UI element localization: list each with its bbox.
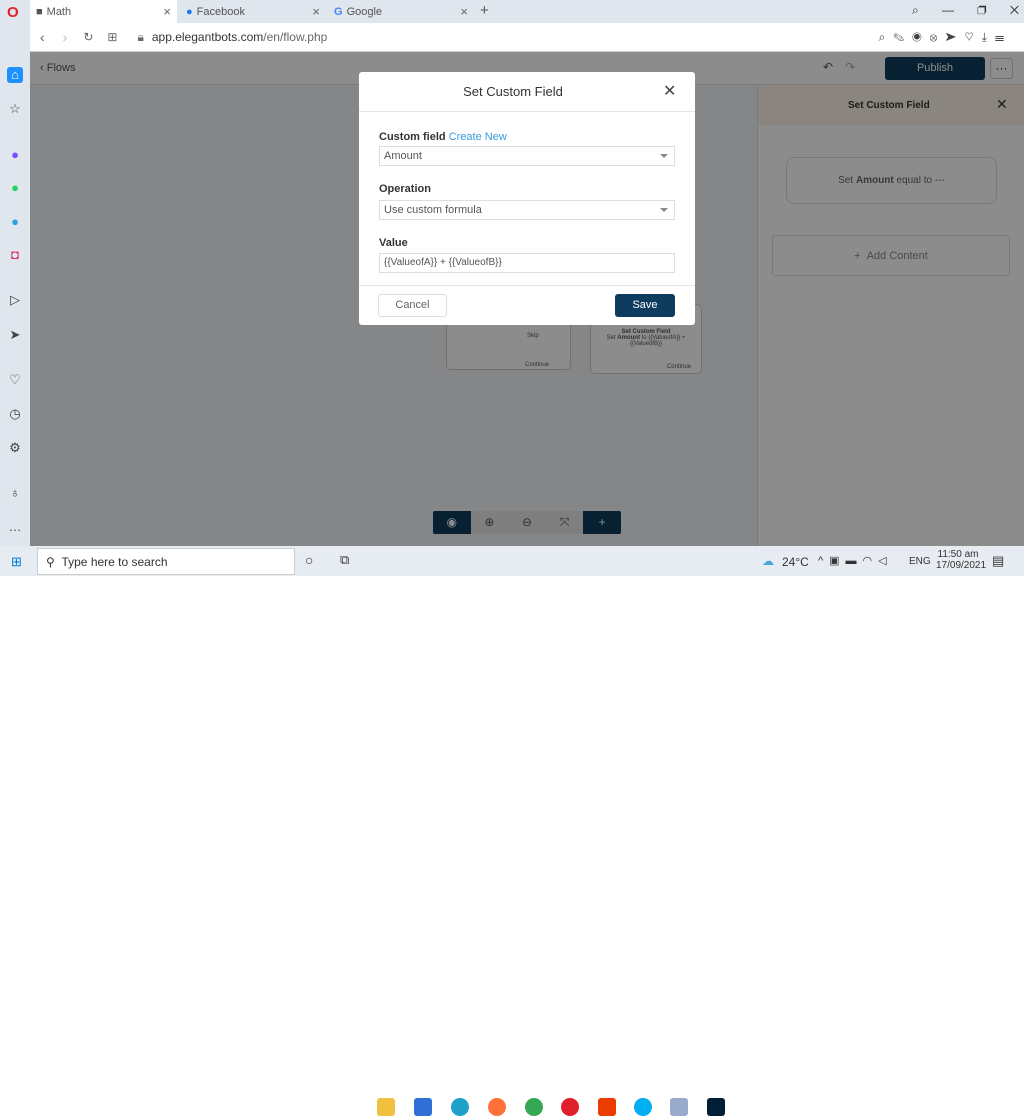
operation-select[interactable]: Use custom formula <box>379 200 675 220</box>
taskbar-search[interactable]: ⚲ Type here to search <box>37 548 295 575</box>
divider <box>359 111 695 112</box>
modal-title: Set Custom Field <box>463 84 563 99</box>
url[interactable]: app.elegantbots.com/en/flow.php <box>152 30 327 44</box>
back-icon[interactable]: ‹ <box>40 29 45 45</box>
create-new-link[interactable]: Create New <box>449 131 507 143</box>
toolbar-icons[interactable]: ⌕✎◉⊗➤♡⤓☰ <box>878 30 1012 45</box>
tips-icon[interactable]: ♁ <box>7 485 23 501</box>
value-label: Value <box>379 237 408 249</box>
window-controls[interactable]: ⌕ — ❐ ✕ <box>912 3 1019 18</box>
more-icon[interactable]: … <box>7 519 23 535</box>
close-tab-icon[interactable]: × <box>460 4 468 19</box>
bookmarks-icon[interactable]: ☆ <box>7 101 23 117</box>
operation-label: Operation <box>379 183 431 195</box>
save-button[interactable]: Save <box>615 294 675 317</box>
custom-field-select[interactable]: Amount <box>379 146 675 166</box>
opera-sidebar: ⌂ ☆ ● ● ● ◘ ▷ ➤ ♡ ◷ ⚙ ♁ … <box>0 23 30 546</box>
photoshop-icon[interactable] <box>707 1098 725 1116</box>
wps-icon[interactable] <box>414 1098 432 1116</box>
opera-logo[interactable]: O <box>7 4 19 21</box>
task-view-icon[interactable]: ○ <box>305 552 313 568</box>
weather-icon[interactable]: ☁ <box>762 554 774 568</box>
set-custom-field-modal: Set Custom Field ✕ Custom field Create N… <box>359 72 695 325</box>
lock-icon: 🔒︎ <box>137 29 144 44</box>
notifications-icon[interactable]: ▤ <box>992 553 1004 569</box>
file-explorer-icon[interactable] <box>377 1098 395 1116</box>
taskbar: ⊞ ⚲ Type here to search ○ ⧉ ☁ 24°C ^▣▬◠◁… <box>0 546 1024 1116</box>
speed-dial-icon[interactable]: ⊞ <box>107 30 117 44</box>
google-icon: G <box>334 5 343 18</box>
instagram-icon[interactable]: ◘ <box>7 247 23 263</box>
history-icon[interactable]: ◷ <box>7 406 23 422</box>
reload-icon[interactable]: ↻ <box>83 30 93 44</box>
tab-bar: O ■ Math × ● Facebook × G Google × + ⌕ — ❐ ✕ <box>0 0 1024 23</box>
tab-math[interactable]: ■ Math × <box>30 0 177 23</box>
address-bar: ‹ › ↻ ⊞ 🔒︎ app.elegantbots.com/en/flow.p… <box>30 23 1024 52</box>
chevron-down-icon <box>660 208 668 216</box>
chevron-down-icon <box>660 154 668 162</box>
new-tab-button[interactable]: + <box>480 2 489 19</box>
close-icon[interactable]: ✕ <box>663 81 676 101</box>
player-icon[interactable]: ▷ <box>7 292 23 308</box>
clock[interactable]: 11:50 am 17/09/2021 <box>936 549 986 571</box>
opera-icon[interactable] <box>561 1098 579 1116</box>
skype-icon[interactable] <box>634 1098 652 1116</box>
messenger-icon[interactable]: ● <box>7 147 23 163</box>
tray-icons[interactable]: ^▣▬◠◁ <box>818 554 893 567</box>
home-icon[interactable]: ⌂ <box>7 67 23 83</box>
chrome-icon[interactable] <box>525 1098 543 1116</box>
value-input[interactable]: {{ValueofA}} + {{ValueofB}} <box>379 253 675 273</box>
firefox-icon[interactable] <box>488 1098 506 1116</box>
facebook-icon: ● <box>186 5 193 18</box>
whatsapp-icon[interactable]: ● <box>7 180 23 196</box>
close-tab-icon[interactable]: × <box>312 4 320 19</box>
heart-icon[interactable]: ♡ <box>7 372 23 388</box>
start-icon[interactable]: ⊞ <box>11 554 22 570</box>
bot-icon: ■ <box>36 5 43 18</box>
settings-icon[interactable]: ⚙ <box>7 440 23 456</box>
office-icon[interactable] <box>598 1098 616 1116</box>
custom-field-label: Custom field <box>379 131 446 143</box>
send-icon[interactable]: ➤ <box>7 327 23 343</box>
tab-facebook[interactable]: ● Facebook × <box>180 0 326 23</box>
widgets-icon[interactable]: ⧉ <box>340 552 349 568</box>
forward-icon[interactable]: › <box>63 29 68 45</box>
close-tab-icon[interactable]: × <box>163 4 171 19</box>
telegram-icon[interactable]: ● <box>7 214 23 230</box>
cancel-button[interactable]: Cancel <box>378 294 447 317</box>
tab-google[interactable]: G Google × <box>328 0 474 23</box>
paint-icon[interactable] <box>670 1098 688 1116</box>
divider <box>359 285 695 286</box>
edge-icon[interactable] <box>451 1098 469 1116</box>
